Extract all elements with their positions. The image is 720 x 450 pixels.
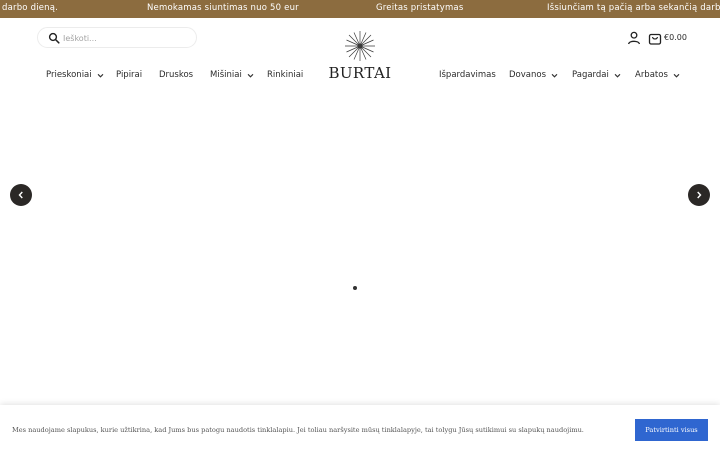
nav-item-druskos[interactable]: Druskos [159,70,193,80]
slider-dot[interactable] [353,286,357,290]
account-icon[interactable] [627,31,641,45]
logo-text: BURTAI [328,64,392,82]
nav-item-label: Pagardai [572,70,609,80]
nav-item-arbatos[interactable]: Arbatos [635,70,680,80]
announcement-message: Nemokamas siuntimas nuo 50 eur [147,3,299,13]
accept-cookies-button[interactable]: Patvirtinti visus [635,419,708,441]
nav-item-label: Dovanos [509,70,547,80]
nav-item-pagardai[interactable]: Pagardai [572,70,621,80]
nav-item-label: Išpardavimas [439,70,496,80]
chevron-down-icon [247,73,254,78]
logo[interactable]: BURTAI [320,30,400,86]
slider-prev-button[interactable] [10,184,32,206]
nav-item-label: Arbatos [635,70,668,80]
star-logo-icon [345,31,375,61]
nav-item-dovanos[interactable]: Dovanos [509,70,558,80]
chevron-down-icon [97,73,104,78]
nav-item-pipirai[interactable]: Pipirai [116,70,142,80]
search-input[interactable] [63,31,191,45]
cart-icon[interactable] [648,31,662,45]
chevron-left-icon [18,191,23,199]
chevron-down-icon [551,73,558,78]
search-box[interactable] [37,27,197,48]
nav-item-label: Rinkiniai [267,70,304,80]
announcement-message: Greitas pristatymas [376,3,464,13]
nav-item-label: Mišiniai [210,70,242,80]
cookie-banner: Mes naudojame slapukus, kurie užtikrina,… [0,405,720,450]
announcement-message: Išsiunčiam tą pačią arba sekančią darbo … [547,3,720,13]
nav-item-rinkiniai[interactable]: Rinkiniai [267,70,303,80]
nav-item-label: Druskos [159,70,194,80]
nav-item-label: Prieskoniai [46,70,92,80]
nav-item-label: Pipirai [116,70,143,80]
announcement-message: darbo dieną. [2,3,59,13]
search-icon [48,32,60,44]
chevron-down-icon [614,73,621,78]
announcement-bar: darbo dieną. Nemokamas siuntimas nuo 50 … [0,0,720,18]
nav-item-prieskoniai[interactable]: Prieskoniai [46,70,104,80]
nav-item-misiniai[interactable]: Mišiniai [210,70,254,80]
slider-next-button[interactable] [688,184,710,206]
cookie-text: Mes naudojame slapukus, kurie užtikrina,… [12,426,584,434]
chevron-right-icon [697,191,702,199]
nav-item-ispardavimas[interactable]: Išpardavimas [439,70,496,80]
cart-total[interactable]: €0.00 [664,33,687,42]
chevron-down-icon [673,73,680,78]
